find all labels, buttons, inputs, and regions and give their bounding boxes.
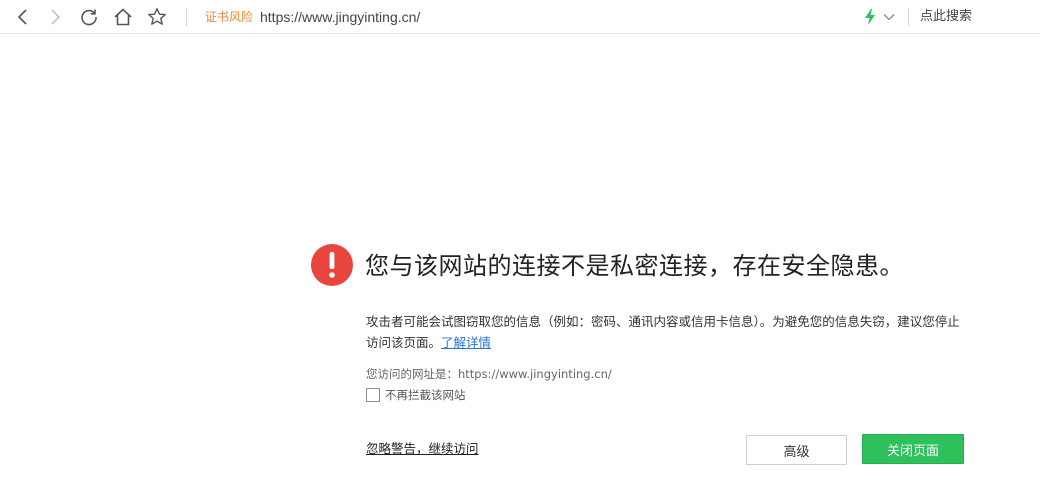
warning-title: 您与该网站的连接不是私密连接，存在安全隐患。 bbox=[365, 252, 904, 280]
lightning-icon[interactable] bbox=[862, 8, 878, 26]
star-icon bbox=[148, 8, 166, 25]
toolbar-divider bbox=[908, 8, 909, 26]
reload-icon bbox=[81, 9, 97, 26]
no-block-checkbox[interactable] bbox=[366, 388, 380, 402]
home-button[interactable] bbox=[110, 4, 136, 30]
chevron-down-icon[interactable] bbox=[882, 10, 896, 24]
no-block-option: 不再拦截该网站 bbox=[366, 386, 466, 404]
advanced-button[interactable]: 高级 bbox=[746, 435, 847, 465]
learn-more-link[interactable]: 了解详情 bbox=[441, 335, 491, 350]
favorite-button[interactable] bbox=[144, 4, 170, 30]
warning-description: 攻击者可能会试图窃取您的信息（例如：密码、通讯内容或信用卡信息）。为避免您的信息… bbox=[366, 311, 972, 353]
forward-arrow-icon bbox=[51, 9, 61, 25]
home-icon bbox=[114, 8, 132, 26]
exclamation-circle-icon bbox=[311, 244, 353, 286]
close-page-button[interactable]: 关闭页面 bbox=[862, 434, 964, 464]
reload-button[interactable] bbox=[76, 4, 102, 30]
certificate-risk-label[interactable]: 证书风险 bbox=[205, 9, 253, 25]
toolbar-divider bbox=[186, 8, 187, 26]
browser-toolbar: 证书风险 https://www.jingyinting.cn/ 点此搜索 bbox=[0, 0, 1040, 34]
ignore-warning-link[interactable]: 忽略警告，继续访问 bbox=[366, 440, 479, 458]
visited-url-text: 您访问的网址是：https://www.jingyinting.cn/ bbox=[366, 367, 612, 381]
address-bar-url[interactable]: https://www.jingyinting.cn/ bbox=[260, 7, 420, 27]
back-arrow-icon bbox=[17, 9, 27, 25]
no-block-label[interactable]: 不再拦截该网站 bbox=[385, 387, 466, 403]
search-box[interactable]: 点此搜索 bbox=[920, 8, 972, 26]
back-button[interactable] bbox=[10, 4, 36, 30]
forward-button[interactable] bbox=[42, 4, 68, 30]
